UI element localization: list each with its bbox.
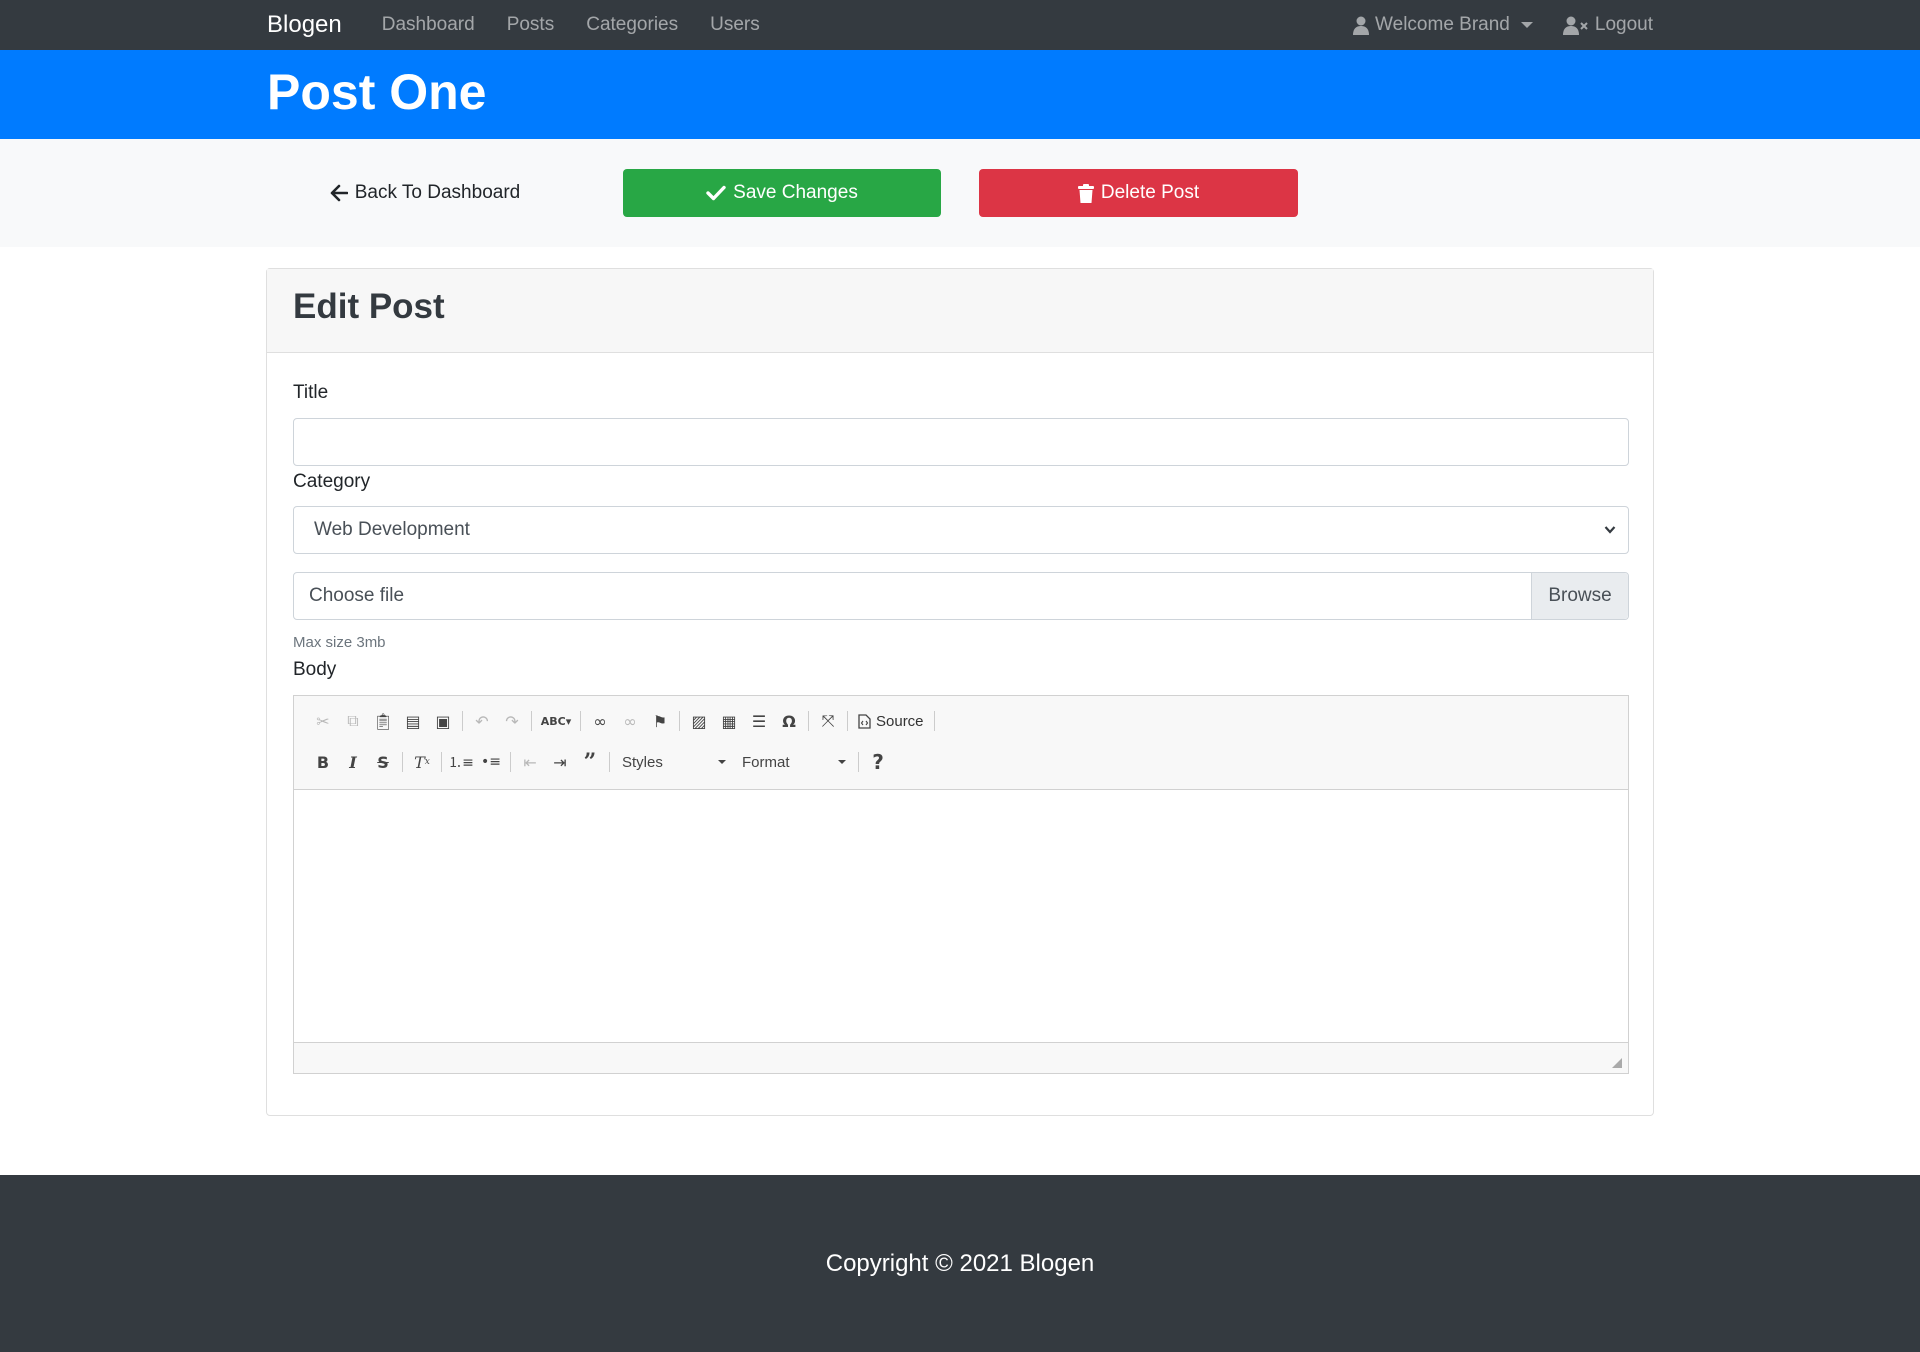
horizontal-line-icon[interactable]: ☰ [744,706,774,736]
rich-text-editor: ✂ ⧉ 📋︎ ▤ ▣ ↶ ↷ ABC▾ ∞ ∞ ⚑ ▨ ▦ ☰ Ω ⤧ Sour… [293,695,1629,1074]
card-heading: Edit Post [293,287,445,326]
bold-icon[interactable]: B [308,747,338,777]
edit-post-card: Edit Post Title Category Web Development… [266,268,1654,1116]
back-to-dashboard-button[interactable]: Back To Dashboard [293,169,557,217]
paste-text-icon[interactable]: ▤ [398,706,428,736]
paste-word-icon[interactable]: ▣ [428,706,458,736]
nav-link-dashboard[interactable]: Dashboard [382,14,475,36]
undo-icon[interactable]: ↶ [467,706,497,736]
resize-handle-icon[interactable] [1612,1058,1622,1068]
toolbar-separator [933,711,935,731]
chevron-down-icon [718,760,726,764]
redo-icon[interactable]: ↷ [497,706,527,736]
logout-label: Logout [1594,14,1653,35]
toolbar-separator [510,752,511,772]
logout-link[interactable]: Logout [1562,14,1653,36]
file-size-hint: Max size 3mb [293,634,386,651]
toolbar-separator [402,752,403,772]
body-label: Body [293,659,337,680]
toolbar-separator [858,752,859,772]
image-icon[interactable]: ▨ [684,706,714,736]
unlink-icon[interactable]: ∞ [615,706,645,736]
toolbar-separator [441,752,442,772]
file-placeholder: Choose file [309,585,405,606]
paste-icon[interactable]: 📋︎ [368,706,398,736]
title-label: Title [293,382,329,403]
help-icon[interactable]: ? [863,747,893,777]
toolbar-separator [808,711,809,731]
toolbar-separator [462,711,463,731]
source-icon [858,713,871,729]
format-label: Format [742,753,790,771]
maximize-icon[interactable]: ⤧ [813,706,843,736]
page-title: Post One [267,64,487,120]
anchor-icon[interactable]: ⚑ [645,706,675,736]
indent-icon[interactable]: ⇥ [545,747,575,777]
table-icon[interactable]: ▦ [714,706,744,736]
strikethrough-icon[interactable]: S [368,747,398,777]
user-menu-label: Welcome Brand [1375,14,1510,35]
special-char-icon[interactable]: Ω [774,706,804,736]
navbar: Blogen Dashboard Posts Categories Users … [0,0,1920,50]
toolbar-separator [609,752,610,772]
chevron-down-icon [838,760,846,764]
spellcheck-icon[interactable]: ABC▾ [536,706,576,736]
action-bar: Back To Dashboard Save Changes Delete Po… [0,139,1920,247]
italic-icon[interactable]: I [338,747,368,777]
source-button[interactable]: Source [852,706,930,736]
toolbar-row-1: ✂ ⧉ 📋︎ ▤ ▣ ↶ ↷ ABC▾ ∞ ∞ ⚑ ▨ ▦ ☰ Ω ⤧ Sour… [308,706,939,736]
bulleted-list-icon[interactable]: •≡ [476,747,506,777]
save-button-label: Save Changes [733,182,858,203]
toolbar-row-2: B I S Tx ⒈≡ •≡ ⇤ ⇥ ” Styles Format ? [308,747,893,777]
back-button-label: Back To Dashboard [354,182,521,203]
chevron-down-icon [1604,526,1616,534]
image-file-input[interactable]: Choose file Browse [293,572,1629,620]
toolbar-separator [679,711,680,731]
nav-link-posts[interactable]: Posts [507,14,555,36]
styles-label: Styles [622,753,663,771]
browse-button[interactable]: Browse [1531,573,1628,619]
cut-icon[interactable]: ✂ [308,706,338,736]
user-icon [1353,16,1370,35]
check-icon [706,185,726,201]
card-header: Edit Post [267,269,1653,353]
delete-button-label: Delete Post [1100,182,1200,203]
nav-link-users[interactable]: Users [710,14,760,36]
chevron-down-icon [1520,22,1533,28]
editor-content-area[interactable] [294,790,1628,1042]
editor-toolbar: ✂ ⧉ 📋︎ ▤ ▣ ↶ ↷ ABC▾ ∞ ∞ ⚑ ▨ ▦ ☰ Ω ⤧ Sour… [294,696,1628,790]
category-selected-value: Web Development [314,519,470,540]
trash-icon [1077,183,1094,203]
page-footer: Copyright © 2021 Blogen [0,1175,1920,1352]
toolbar-separator [531,711,532,731]
delete-post-button[interactable]: Delete Post [979,169,1298,217]
styles-combo[interactable]: Styles [614,748,734,776]
remove-format-icon[interactable]: Tx [407,747,437,777]
source-label: Source [876,712,924,730]
toolbar-separator [847,711,848,731]
copy-icon[interactable]: ⧉ [338,706,368,736]
format-combo[interactable]: Format [734,748,854,776]
blockquote-icon[interactable]: ” [575,747,605,777]
save-changes-button[interactable]: Save Changes [623,169,941,217]
brand-logo[interactable]: Blogen [267,11,342,39]
page-header: Post One [0,50,1920,139]
category-select[interactable]: Web Development [293,506,1629,554]
toolbar-separator [580,711,581,731]
link-icon[interactable]: ∞ [585,706,615,736]
numbered-list-icon[interactable]: ⒈≡ [446,747,476,777]
user-times-icon [1562,16,1588,35]
copyright-text: Copyright © 2021 Blogen [825,1249,1095,1277]
nav-link-categories[interactable]: Categories [586,14,678,36]
editor-footer [294,1042,1628,1073]
arrow-left-icon [330,184,348,202]
category-label: Category [293,471,371,492]
user-menu-dropdown[interactable]: Welcome Brand [1353,14,1533,36]
title-input[interactable] [293,418,1629,466]
outdent-icon[interactable]: ⇤ [515,747,545,777]
